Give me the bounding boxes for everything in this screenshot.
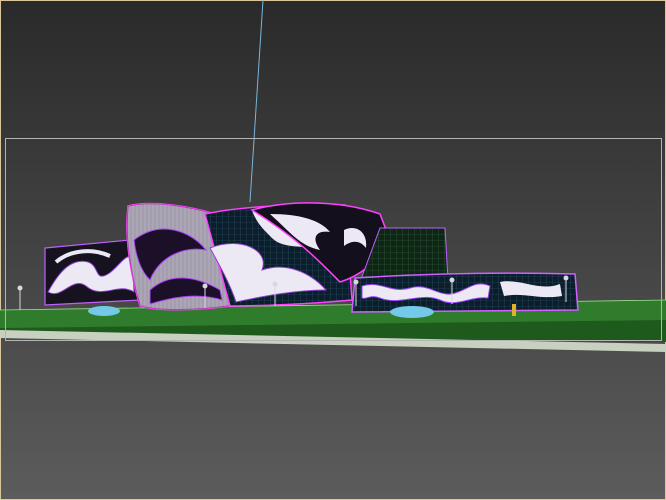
viewport-scene[interactable] — [0, 0, 666, 500]
3d-viewport[interactable] — [0, 0, 666, 500]
building-right-wing[interactable] — [351, 272, 579, 313]
signpost — [512, 304, 516, 316]
building-left-wing[interactable] — [44, 239, 141, 306]
